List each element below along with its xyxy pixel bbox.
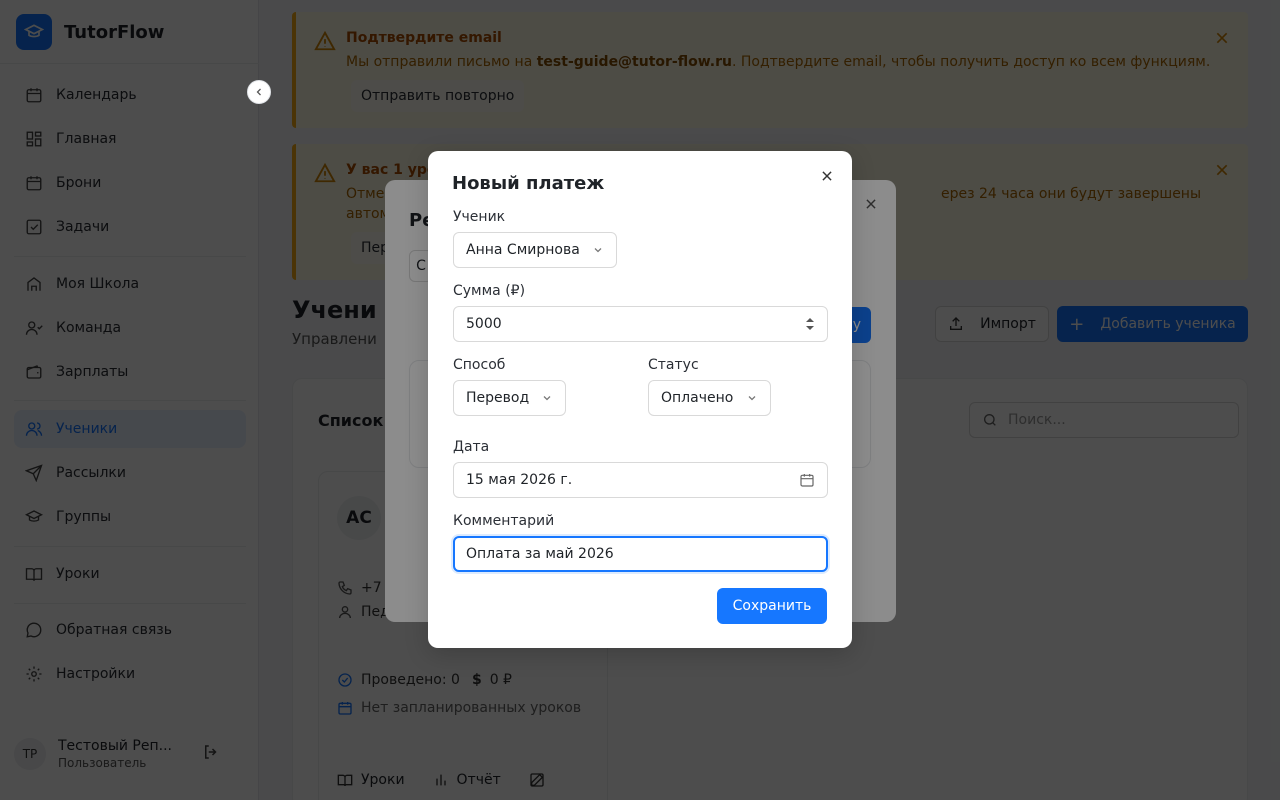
save-button[interactable]: Сохранить bbox=[717, 588, 827, 624]
comment-input[interactable]: Оплата за май 2026 bbox=[453, 536, 828, 572]
chevron-down-icon bbox=[541, 392, 553, 404]
date-input[interactable]: 15 мая 2026 г. bbox=[453, 462, 828, 498]
chevron-down-icon bbox=[592, 244, 604, 256]
status-select[interactable]: Оплачено bbox=[648, 380, 771, 416]
calendar-icon[interactable] bbox=[799, 472, 815, 488]
collapse-sidebar-button[interactable] bbox=[247, 80, 271, 104]
chevron-down-icon bbox=[746, 392, 758, 404]
amount-label: Сумма (₽) bbox=[453, 283, 526, 299]
amount-input[interactable]: 5000 bbox=[453, 306, 828, 342]
method-label: Способ bbox=[453, 357, 506, 373]
close-icon[interactable] bbox=[818, 167, 836, 185]
stepper-icon[interactable] bbox=[805, 317, 815, 331]
comment-label: Комментарий bbox=[453, 513, 555, 529]
modal-title: Новый платеж bbox=[452, 173, 605, 194]
student-label: Ученик bbox=[453, 209, 506, 225]
chevron-left-icon bbox=[256, 88, 261, 96]
student-select[interactable]: Анна Смирнова bbox=[453, 232, 617, 268]
new-payment-modal: Новый платеж Ученик Анна Смирнова Сумма … bbox=[428, 151, 852, 648]
date-label: Дата bbox=[453, 439, 490, 455]
method-select[interactable]: Перевод bbox=[453, 380, 566, 416]
status-label: Статус bbox=[648, 357, 699, 373]
